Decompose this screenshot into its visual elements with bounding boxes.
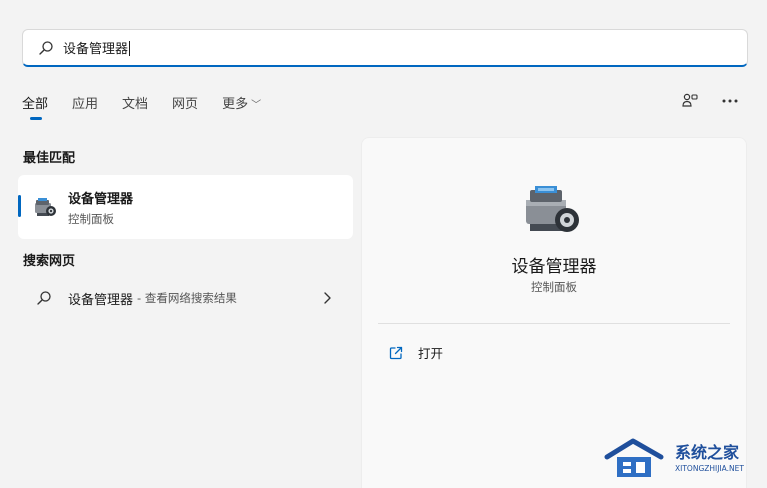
top-right-actions <box>681 92 739 110</box>
detail-subtitle: 控制面板 <box>531 280 577 294</box>
chevron-right-icon[interactable] <box>321 290 333 306</box>
best-match-heading: 最佳匹配 <box>23 151 76 166</box>
open-label: 打开 <box>418 346 444 361</box>
open-external-icon <box>389 346 403 359</box>
selection-indicator <box>18 195 21 217</box>
open-action[interactable]: 打开 <box>388 343 443 362</box>
tab-documents[interactable]: 文档 <box>122 93 148 112</box>
tab-more[interactable]: 更多 ﹀ <box>222 93 261 112</box>
house-logo-icon <box>604 438 664 477</box>
web-search-suffix: - 查看网络搜索结果 <box>137 291 237 305</box>
detail-title: 设备管理器 <box>511 257 597 277</box>
detail-panel: 设备管理器 控制面板 打开 <box>361 137 747 488</box>
web-search-heading: 搜索网页 <box>23 254 76 269</box>
search-icon <box>36 290 52 306</box>
text-caret <box>129 41 131 56</box>
filter-tabs: 全部 应用 文档 网页 更多 ﹀ <box>22 93 285 120</box>
web-search-term: 设备管理器 <box>68 292 134 308</box>
tab-more-label: 更多 <box>222 97 249 112</box>
tab-web[interactable]: 网页 <box>172 93 198 112</box>
best-match-name: 设备管理器 <box>68 191 134 207</box>
search-icon <box>37 39 55 57</box>
chevron-down-icon: ﹀ <box>251 100 262 111</box>
tab-all[interactable]: 全部 <box>22 93 48 120</box>
device-manager-icon <box>35 198 56 216</box>
best-match-item[interactable]: 设备管理器 控制面板 <box>18 175 353 239</box>
best-match-subtitle: 控制面板 <box>68 211 114 226</box>
search-box[interactable]: 设备管理器 <box>22 29 748 67</box>
more-dots-icon[interactable] <box>721 92 739 110</box>
divider <box>378 323 730 324</box>
watermark-url: XITONGZHIJIA.NET <box>675 464 744 473</box>
watermark: 系统之家 XITONGZHIJIA.NET <box>603 437 763 485</box>
web-search-item[interactable]: 设备管理器 - 查看网络搜索结果 <box>18 280 353 316</box>
device-manager-icon <box>526 186 579 232</box>
watermark-brand: 系统之家 <box>675 443 740 462</box>
share-connect-icon[interactable] <box>681 92 699 110</box>
search-input[interactable]: 设备管理器 <box>63 38 131 57</box>
tab-apps[interactable]: 应用 <box>72 93 98 112</box>
